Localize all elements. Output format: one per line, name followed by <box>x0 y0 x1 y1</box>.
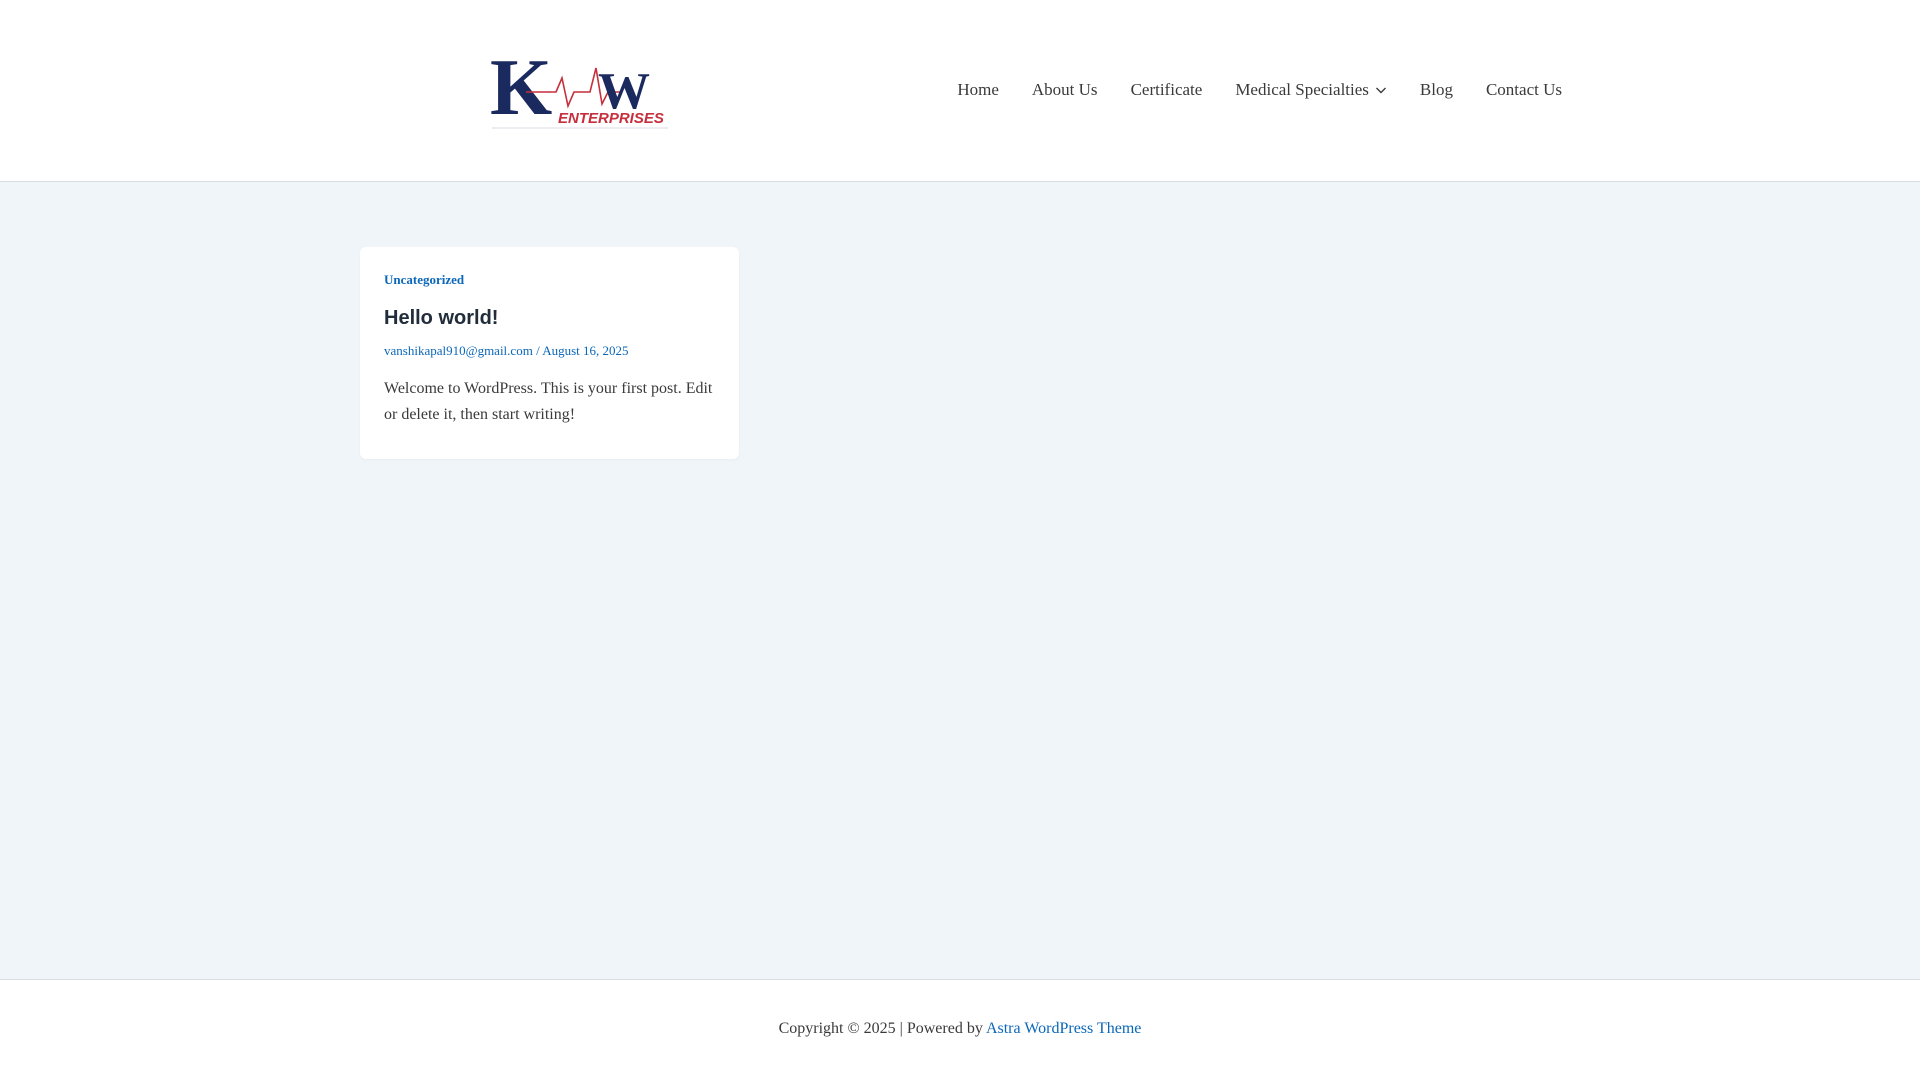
chevron-down-icon <box>1375 87 1386 94</box>
post-excerpt: Welcome to WordPress. This is your first… <box>384 380 713 423</box>
main-content: Uncategorized Hello world! vanshikapal91… <box>0 183 1920 979</box>
site-header: K W ENTERPRISES Home About Us Certificat… <box>0 0 1920 182</box>
post-date-link[interactable]: August 16, 2025 <box>542 343 628 358</box>
meta-separator: / <box>532 343 543 358</box>
post-card: Uncategorized Hello world! vanshikapal91… <box>360 247 739 459</box>
nav-contact-us[interactable]: Contact Us <box>1486 80 1562 100</box>
nav-about-us[interactable]: About Us <box>1032 80 1098 100</box>
nav-certificate[interactable]: Certificate <box>1131 80 1203 100</box>
post-author-link[interactable]: vanshikapal910@gmail.com <box>384 343 533 358</box>
post-meta: vanshikapal910@gmail.com / August 16, 20… <box>384 342 715 360</box>
primary-navigation: Home About Us Certificate Medical Specia… <box>957 74 1562 106</box>
nav-home[interactable]: Home <box>957 80 999 100</box>
nav-medical-specialties[interactable]: Medical Specialties <box>1235 80 1387 100</box>
copyright-text: Copyright © 2025 | Powered by <box>778 1020 986 1037</box>
astra-theme-link[interactable]: Astra WordPress Theme <box>986 1020 1141 1037</box>
site-footer: Copyright © 2025 | Powered by Astra Word… <box>0 979 1920 1080</box>
svg-text:ENTERPRISES: ENTERPRISES <box>558 110 664 127</box>
site-logo[interactable]: K W ENTERPRISES <box>490 44 668 132</box>
footer-copyright: Copyright © 2025 | Powered by Astra Word… <box>0 1020 1920 1038</box>
svg-text:K: K <box>490 48 552 130</box>
post-title-text: Hello world! <box>384 307 499 329</box>
nav-medical-specialties-label: Medical Specialties <box>1235 80 1369 99</box>
nav-blog[interactable]: Blog <box>1420 80 1453 100</box>
post-category-link[interactable]: Uncategorized <box>384 271 715 288</box>
kw-enterprises-logo: K W ENTERPRISES <box>490 44 668 132</box>
post-title[interactable]: Hello world! <box>384 305 715 331</box>
